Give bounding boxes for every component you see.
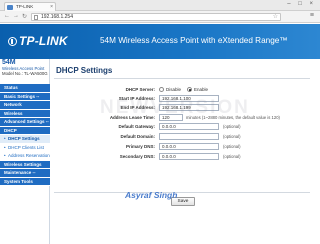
title-divider [54, 78, 310, 79]
tp-link-favicon-icon [7, 5, 13, 10]
sidebar-item-dhcp[interactable]: DHCP [0, 126, 50, 135]
sidebar-menu: Status Basic Settings -- Network Wireles… [0, 84, 50, 186]
sidebar-item-dhcp-settings[interactable]: DHCP Settings [0, 135, 50, 144]
address-bar: ← → ↻ 192.168.1.254 ☆ ≡ [0, 11, 320, 23]
dhcp-disable-label: Disable [166, 87, 182, 92]
page-title: DHCP Settings [56, 66, 113, 75]
signature-text: Asyraf Singh [125, 190, 178, 200]
lease-time-note: minutes (1~2880 minutes, the default val… [186, 115, 280, 120]
sidebar-item-maintenance[interactable]: Maintenance -- [0, 169, 50, 178]
forward-icon[interactable]: → [13, 13, 19, 19]
default-gateway-input[interactable]: 0.0.0.0 [159, 123, 219, 130]
secondary-dns-label: Secondary DNS: [119, 154, 155, 159]
default-domain-row: Default Domain: (optional) [51, 133, 320, 142]
primary-dns-input[interactable]: 0.0.0.0 [159, 143, 219, 150]
lease-time-input[interactable]: 120 [159, 114, 183, 121]
lease-time-label: Address Lease Time: [109, 115, 155, 120]
sidebar-item-network[interactable]: Network [0, 101, 50, 110]
primary-dns-label: Primary DNS: [125, 144, 155, 149]
primary-dns-optional-note: (optional) [223, 144, 241, 149]
sidebar-item-status[interactable]: Status [0, 84, 50, 93]
bookmark-star-icon[interactable]: ☆ [273, 14, 278, 21]
router-admin-page: TP-LINK 54M Wireless Access Point with e… [0, 24, 320, 244]
sidebar: 54M Wireless Access Point Model No.: TL-… [0, 59, 50, 244]
model-number: Model No.: TL-WA500G [2, 71, 48, 76]
url-text: 192.168.1.254 [41, 14, 73, 20]
window-controls[interactable]: – □ × [287, 1, 316, 7]
browser-tab[interactable]: TP-LINK × [4, 2, 56, 11]
model-info: 54M Wireless Access Point Model No.: TL-… [0, 59, 50, 84]
dhcp-server-row: DHCP Server: Disable Enable [51, 86, 320, 95]
sidebar-item-basic-settings[interactable]: Basic Settings -- [0, 92, 50, 101]
dhcp-enable-label: Enable [194, 87, 209, 92]
sidebar-item-advanced-settings[interactable]: Advanced Settings -- [0, 118, 50, 127]
close-tab-icon[interactable]: × [50, 3, 53, 11]
secondary-dns-row: Secondary DNS: 0.0.0.0 (optional) [51, 153, 320, 162]
page-header: TP-LINK 54M Wireless Access Point with e… [0, 24, 320, 59]
logo-text: TP-LINK [19, 34, 68, 48]
tp-link-logo: TP-LINK [8, 34, 68, 48]
default-gateway-label: Default Gateway: [118, 124, 155, 129]
start-ip-row: Start IP Address: 192.168.1.100 [51, 95, 320, 104]
sidebar-item-wireless[interactable]: Wireless [0, 109, 50, 118]
end-ip-label: End IP Address: [120, 105, 155, 110]
secondary-dns-optional-note: (optional) [223, 154, 241, 159]
secondary-dns-input[interactable]: 0.0.0.0 [159, 153, 219, 160]
dhcp-disable-radio[interactable] [159, 87, 164, 92]
url-input[interactable]: 192.168.1.254 ☆ [31, 13, 281, 21]
tab-title: TP-LINK [16, 4, 34, 9]
start-ip-input[interactable]: 192.168.1.100 [159, 95, 219, 102]
start-ip-label: Start IP Address: [118, 96, 155, 101]
sidebar-item-dhcp-clients-list[interactable]: DHCP Clients List [0, 143, 50, 152]
lease-time-row: Address Lease Time: 120 minutes (1~2880 … [51, 114, 320, 123]
end-ip-input[interactable]: 192.168.1.199 [159, 104, 219, 111]
primary-dns-row: Primary DNS: 0.0.0.0 (optional) [51, 143, 320, 152]
dhcp-enable-radio[interactable] [187, 87, 192, 92]
browser-menu-icon[interactable]: ≡ [310, 12, 314, 19]
browser-tab-bar: TP-LINK × – □ × [0, 0, 320, 11]
page-icon [34, 15, 38, 20]
header-title: 54M Wireless Access Point with eXtended … [100, 36, 288, 45]
main-content: DHCP Settings DHCP Server: Disable Enabl… [51, 59, 320, 244]
gateway-optional-note: (optional) [223, 124, 241, 129]
tp-link-logo-icon [8, 37, 17, 46]
reload-icon[interactable]: ↻ [22, 13, 27, 20]
default-domain-label: Default Domain: [120, 134, 155, 139]
sidebar-item-system-tools[interactable]: System Tools [0, 177, 50, 186]
sidebar-item-address-reservation[interactable]: Address Reservation [0, 152, 50, 161]
back-icon[interactable]: ← [4, 13, 10, 19]
default-gateway-row: Default Gateway: 0.0.0.0 (optional) [51, 123, 320, 132]
dhcp-server-label: DHCP Server: [125, 87, 155, 92]
form-divider [54, 192, 310, 193]
default-domain-input[interactable] [159, 133, 219, 140]
domain-optional-note: (optional) [223, 134, 241, 139]
sidebar-item-wireless-settings[interactable]: Wireless Settings [0, 160, 50, 169]
end-ip-row: End IP Address: 192.168.1.199 [51, 104, 320, 113]
model-name: 54M [2, 59, 16, 66]
